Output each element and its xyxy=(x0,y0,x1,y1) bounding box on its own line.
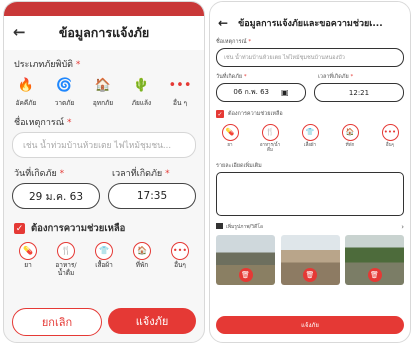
disaster-type-drought[interactable]: 🌵 ภัยแล้ง xyxy=(126,74,158,108)
help-other[interactable]: ••• อื่นๆ xyxy=(166,242,194,278)
time-picker[interactable]: 12:21 xyxy=(314,83,404,102)
shelter-icon: 🏠 xyxy=(133,242,151,260)
food-icon: 🍴 xyxy=(261,124,279,141)
cancel-button[interactable]: ยกเลิก xyxy=(12,308,102,336)
status-bar xyxy=(210,2,410,12)
time-label: เวลาที่เกิดภัย * xyxy=(318,74,354,80)
help-clothes[interactable]: 👕 เสื้อผ้า xyxy=(90,242,118,278)
event-name-label: ชื่อเหตุการณ์ * xyxy=(216,39,252,45)
disaster-type-storm[interactable]: 🌀 วาตภัย xyxy=(49,74,81,108)
back-arrow-icon[interactable]: ← xyxy=(13,23,26,41)
image-icon xyxy=(216,223,223,230)
detail-label: รายละเอียดเพิ่มเติม xyxy=(216,162,262,169)
header: ← ข้อมูลการแจ้งภัย xyxy=(4,16,204,50)
food-icon: 🍴 xyxy=(57,242,75,260)
date-label: วันที่เกิดภัย * xyxy=(14,169,65,179)
disaster-type-fire[interactable]: 🔥 อัคคีภัย xyxy=(10,74,42,108)
datetime-row: 06 ก.พ. 63 ▣ 12:21 xyxy=(216,83,404,102)
delete-icon[interactable]: 🗑 xyxy=(367,267,382,282)
help-food[interactable]: 🍴 อาหาร/น้ำดื่ม xyxy=(258,124,282,154)
chevron-right-icon[interactable]: › xyxy=(401,223,404,231)
clothes-icon: 👕 xyxy=(301,124,319,141)
event-name-input[interactable]: เช่น น้ำท่วมบ้านห้วยเตย ไฟไหม้ชุมชนบ้านห… xyxy=(216,48,404,67)
submit-button[interactable]: แจ้งภัย xyxy=(108,308,196,334)
help-shelter[interactable]: 🏠 ที่พัก xyxy=(128,242,156,278)
disaster-type-flood[interactable]: 🏠 อุทกภัย xyxy=(87,74,119,108)
photo-row-header[interactable]: เพิ่มรูปภาพ/วิดีโอ › xyxy=(216,223,404,231)
checkbox-checked-icon[interactable]: ✓ xyxy=(14,223,25,234)
page-title: ข้อมูลการแจ้งภัยและขอความช่วยเ... xyxy=(238,19,383,29)
help-medicine[interactable]: 💊 ยา xyxy=(218,124,242,154)
photo-thumbnail[interactable]: 🗑 xyxy=(280,234,340,285)
help-type-list: 💊 ยา 🍴 อาหาร/น้ำดื่ม 👕 เสื้อผ้า 🏠 ที่พัก •••… xyxy=(4,242,204,278)
phone-report-form: ← ข้อมูลการแจ้งภัย ประเภทภัยพิบัติ * 🔥 อั… xyxy=(3,1,205,343)
event-name-input[interactable]: เช่น น้ำท่วมบ้านห้วยเตย ไฟไหม้ชุมชน... xyxy=(12,132,196,158)
delete-icon[interactable]: 🗑 xyxy=(238,267,253,282)
help-needed-checkbox-row[interactable]: ✓ ต้องการความช่วยเหลือ xyxy=(216,110,404,118)
medicine-icon: 💊 xyxy=(221,124,239,141)
time-picker[interactable]: 17:35 xyxy=(108,183,196,209)
phone-report-detail: ← ข้อมูลการแจ้งภัยและขอความช่วยเ... ชื่อ… xyxy=(209,1,411,343)
date-label: วันที่เกิดภัย * xyxy=(216,74,247,80)
date-picker[interactable]: 06 ก.พ. 63 ▣ xyxy=(216,83,306,102)
detail-textarea[interactable] xyxy=(216,171,404,216)
datetime-row: 29 ม.ค. 63 17:35 xyxy=(12,183,196,209)
help-clothes[interactable]: 👕 เสื้อผ้า xyxy=(298,124,322,154)
submit-button[interactable]: แจ้งภัย xyxy=(216,316,404,334)
storm-icon: 🌀 xyxy=(56,77,73,93)
more-icon: ••• xyxy=(168,77,192,93)
disaster-type-list: 🔥 อัคคีภัย 🌀 วาตภัย 🏠 อุทกภัย 🌵 ภัยแล้ง ••• อ… xyxy=(4,74,204,108)
calendar-icon: ▣ xyxy=(281,88,289,97)
disaster-type-other[interactable]: ••• อื่น ๆ xyxy=(164,74,196,108)
event-name-label: ชื่อเหตุการณ์ * xyxy=(14,118,72,128)
help-food[interactable]: 🍴 อาหาร/น้ำดื่ม xyxy=(52,242,80,278)
photo-list: 🗑 🗑 🗑 xyxy=(216,234,404,285)
help-shelter[interactable]: 🏠 ที่พัก xyxy=(338,124,362,154)
help-needed-checkbox-row[interactable]: ✓ ต้องการความช่วยเหลือ xyxy=(14,221,194,236)
header: ← ข้อมูลการแจ้งภัยและขอความช่วยเ... xyxy=(210,12,410,34)
flood-icon: 🏠 xyxy=(94,77,112,93)
disaster-type-label: ประเภทภัยพิบัติ * xyxy=(14,60,81,70)
datetime-labels: วันที่เกิดภัย * เวลาที่เกิดภัย * xyxy=(216,73,404,81)
fire-icon: 🔥 xyxy=(17,77,35,93)
more-icon: ••• xyxy=(381,124,399,141)
time-label: เวลาที่เกิดภัย * xyxy=(112,169,170,179)
page-title: ข้อมูลการแจ้งภัย xyxy=(58,25,150,40)
photo-thumbnail[interactable]: 🗑 xyxy=(216,234,275,285)
photo-thumbnail[interactable]: 🗑 xyxy=(345,234,404,285)
back-arrow-icon[interactable]: ← xyxy=(218,16,228,30)
shelter-icon: 🏠 xyxy=(341,124,359,141)
datetime-labels: วันที่เกิดภัย * เวลาที่เกิดภัย * xyxy=(14,166,194,180)
clothes-icon: 👕 xyxy=(95,242,113,260)
date-picker[interactable]: 29 ม.ค. 63 xyxy=(12,183,100,209)
status-bar xyxy=(4,2,204,16)
help-other[interactable]: ••• อื่นๆ xyxy=(378,124,402,154)
more-icon: ••• xyxy=(171,242,189,260)
drought-icon: 🌵 xyxy=(133,77,150,93)
medicine-icon: 💊 xyxy=(19,242,37,260)
help-type-list: 💊 ยา 🍴 อาหาร/น้ำดื่ม 👕 เสื้อผ้า 🏠 ที่พัก •••… xyxy=(210,124,410,154)
checkbox-checked-icon[interactable]: ✓ xyxy=(216,110,224,118)
action-buttons: ยกเลิก แจ้งภัย xyxy=(12,308,196,336)
help-medicine[interactable]: 💊 ยา xyxy=(14,242,42,278)
delete-icon[interactable]: 🗑 xyxy=(303,267,317,282)
